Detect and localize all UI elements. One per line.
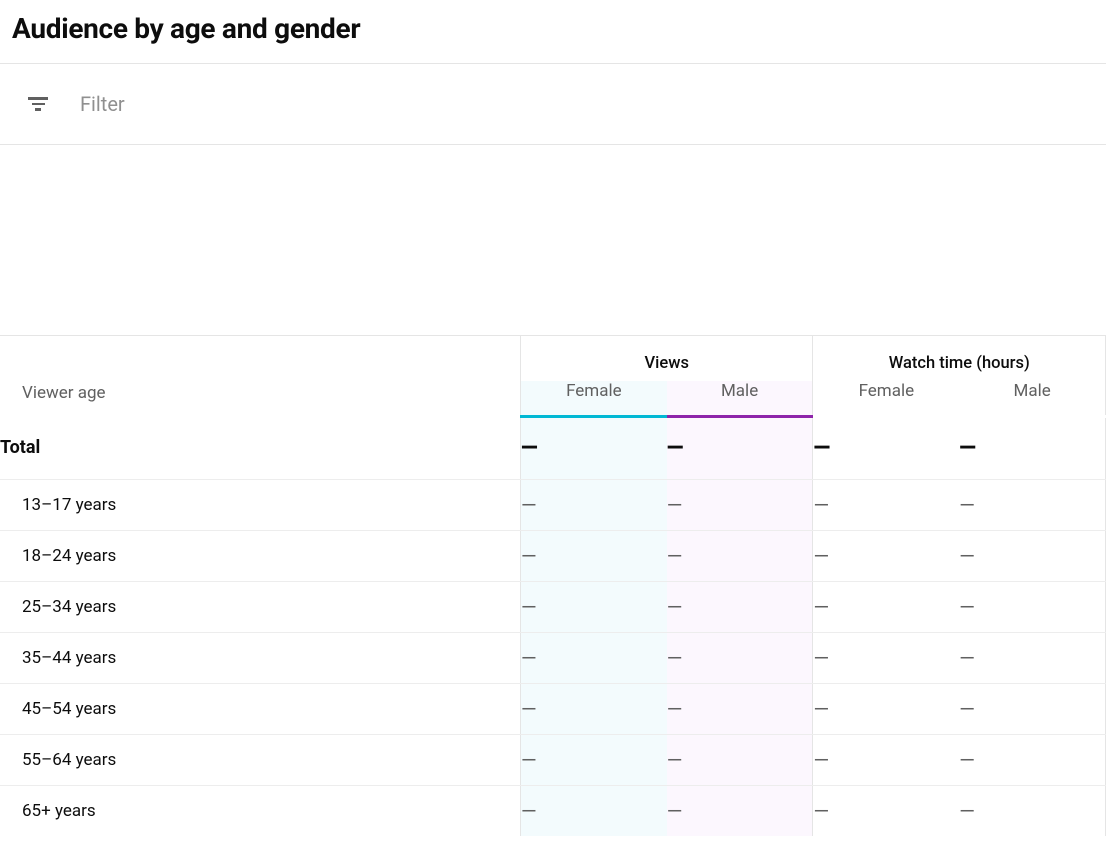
row-label: 18–24 years xyxy=(0,531,520,582)
cell-watch-female: — xyxy=(813,417,959,480)
row-label: 35–44 years xyxy=(0,633,520,684)
chart-area-spacer xyxy=(0,145,1106,335)
cell-views-female: — xyxy=(520,531,666,582)
column-group-views[interactable]: Views xyxy=(520,336,813,382)
column-header-watch-female[interactable]: Female xyxy=(813,381,959,417)
column-header-watch-male[interactable]: Male xyxy=(959,381,1105,417)
cell-watch-male: — xyxy=(959,417,1105,480)
cell-watch-male: — xyxy=(959,684,1105,735)
table-row[interactable]: 18–24 years — — — — xyxy=(0,531,1106,582)
cell-watch-female: — xyxy=(813,531,959,582)
cell-views-female: — xyxy=(520,417,666,480)
column-header-views-male[interactable]: Male xyxy=(667,381,813,417)
table-row[interactable]: 25–34 years — — — — xyxy=(0,582,1106,633)
column-group-watch-time[interactable]: Watch time (hours) xyxy=(813,336,1106,382)
column-header-views-female[interactable]: Female xyxy=(520,381,666,417)
filter-bar xyxy=(0,63,1106,145)
cell-views-male: — xyxy=(667,684,813,735)
row-label: 55–64 years xyxy=(0,735,520,786)
audience-table: Viewer age Views Watch time (hours) Fema… xyxy=(0,335,1106,836)
cell-views-male: — xyxy=(667,633,813,684)
cell-watch-female: — xyxy=(813,480,959,531)
column-header-age[interactable]: Viewer age xyxy=(0,336,520,417)
cell-views-female: — xyxy=(520,582,666,633)
filter-icon[interactable] xyxy=(26,92,50,116)
cell-watch-female: — xyxy=(813,786,959,837)
table-row[interactable]: 55–64 years — — — — xyxy=(0,735,1106,786)
table-body: Total — — — — 13–17 years — — — — 18–24 … xyxy=(0,417,1106,837)
cell-views-female: — xyxy=(520,684,666,735)
table-row[interactable]: 65+ years — — — — xyxy=(0,786,1106,837)
cell-views-male: — xyxy=(667,417,813,480)
cell-views-male: — xyxy=(667,582,813,633)
cell-watch-male: — xyxy=(959,786,1105,837)
cell-views-female: — xyxy=(520,480,666,531)
cell-watch-female: — xyxy=(813,582,959,633)
cell-views-female: — xyxy=(520,633,666,684)
page-header: Audience by age and gender xyxy=(0,0,1106,63)
cell-watch-male: — xyxy=(959,480,1105,531)
filter-input[interactable] xyxy=(80,92,480,116)
row-label: 45–54 years xyxy=(0,684,520,735)
page-title: Audience by age and gender xyxy=(12,12,1094,45)
cell-watch-female: — xyxy=(813,684,959,735)
row-label: 65+ years xyxy=(0,786,520,837)
cell-watch-female: — xyxy=(813,735,959,786)
row-label: 13–17 years xyxy=(0,480,520,531)
cell-views-male: — xyxy=(667,786,813,837)
row-label: Total xyxy=(0,417,520,480)
cell-watch-female: — xyxy=(813,633,959,684)
cell-views-female: — xyxy=(520,786,666,837)
cell-views-female: — xyxy=(520,735,666,786)
table-row[interactable]: 35–44 years — — — — xyxy=(0,633,1106,684)
cell-watch-male: — xyxy=(959,531,1105,582)
cell-watch-male: — xyxy=(959,633,1105,684)
cell-watch-male: — xyxy=(959,735,1105,786)
table-row[interactable]: 45–54 years — — — — xyxy=(0,684,1106,735)
cell-views-male: — xyxy=(667,480,813,531)
table-row-total[interactable]: Total — — — — xyxy=(0,417,1106,480)
cell-views-male: — xyxy=(667,531,813,582)
cell-watch-male: — xyxy=(959,582,1105,633)
cell-views-male: — xyxy=(667,735,813,786)
row-label: 25–34 years xyxy=(0,582,520,633)
table-row[interactable]: 13–17 years — — — — xyxy=(0,480,1106,531)
